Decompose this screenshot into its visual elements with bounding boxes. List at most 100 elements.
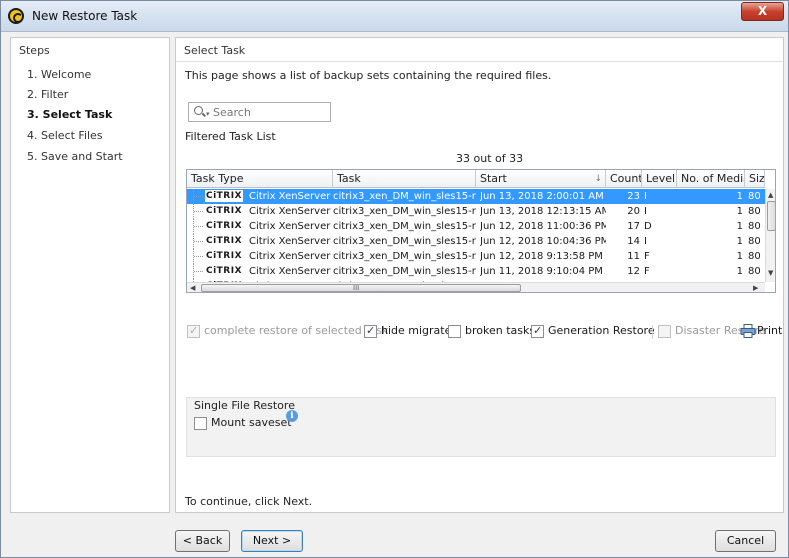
cell-count: 12 xyxy=(627,266,640,277)
table-row[interactable]: CiTRIX Citrix XenServercitrix3_xen_DM_win… xyxy=(187,189,765,204)
cell-start: Jun 11, 2018 9:10:04 PM xyxy=(480,266,603,277)
section-title: Select Task xyxy=(184,44,246,57)
step-filter: 2. Filter xyxy=(27,88,69,101)
scroll-left-icon[interactable]: ◀ xyxy=(190,283,195,292)
generation-restore-label[interactable]: Generation Restore xyxy=(548,324,655,338)
column-header-start[interactable]: Start ↓ xyxy=(476,170,606,188)
column-header-start-label: Start xyxy=(480,172,507,185)
print-label[interactable]: Print xyxy=(757,324,782,338)
filtered-task-list-label: Filtered Task List xyxy=(185,130,276,143)
tree-branch xyxy=(194,196,203,197)
steps-panel: Steps 1. Welcome 2. Filter 3. Select Tas… xyxy=(10,37,170,513)
table-row[interactable]: CiTRIX Citrix XenServercitrix3_xen_DM_win… xyxy=(187,264,765,279)
cell-count: 14 xyxy=(627,236,640,247)
search-input[interactable] xyxy=(213,105,325,119)
single-file-restore-panel: Single File Restore Mount saveset i xyxy=(186,397,776,457)
cell-type: Citrix XenServer xyxy=(249,251,331,262)
cell-type: Citrix XenServer xyxy=(249,266,331,277)
cell-level: F xyxy=(644,266,650,277)
table-row[interactable]: CiTRIX Citrix XenServercitrix3_xen_DM_win… xyxy=(187,204,765,219)
cell-count: 20 xyxy=(627,206,640,217)
cell-task: citrix3_xen_DM_win_sles15-rkl xyxy=(333,221,476,232)
cell-size: 80 xyxy=(748,266,761,277)
horizontal-scroll-thumb[interactable]: III xyxy=(201,284,521,292)
column-header-size[interactable]: Siz xyxy=(745,170,765,188)
cancel-button[interactable]: Cancel xyxy=(715,530,776,552)
step-save-and-start: 5. Save and Start xyxy=(27,150,123,163)
step-select-task: 3. Select Task xyxy=(27,108,113,121)
cell-media: 1 xyxy=(736,236,743,247)
citrix-logo-icon: CiTRIX xyxy=(205,236,243,246)
cell-start: Jun 12, 2018 9:13:58 PM xyxy=(480,251,603,262)
hide-migrated-checkbox[interactable] xyxy=(364,324,377,338)
column-header-no-of-media[interactable]: No. of Media xyxy=(677,170,745,188)
cell-task: citrix3_xen_DM_win_sles15-rkl xyxy=(333,206,476,217)
broken-tasks-label[interactable]: broken tasks xyxy=(465,324,535,338)
broken-tasks-checkbox[interactable] xyxy=(448,325,461,338)
restore-task-dialog: New Restore Task X Steps 1. Welcome 2. F… xyxy=(0,0,789,558)
app-logo-icon xyxy=(8,8,24,24)
main-panel: Select Task This page shows a list of ba… xyxy=(175,37,784,513)
search-box[interactable]: ▾ xyxy=(188,102,331,122)
table-row[interactable]: CiTRIX Citrix XenServercitrix3_xen_DM_win… xyxy=(187,219,765,234)
column-header-task-type[interactable]: Task Type xyxy=(187,170,333,188)
cell-media: 1 xyxy=(736,221,743,232)
column-header-count[interactable]: Count xyxy=(606,170,642,188)
next-button[interactable]: Next > xyxy=(241,530,303,552)
page-description: This page shows a list of backup sets co… xyxy=(185,69,552,82)
table-row[interactable]: CiTRIX Citrix XenServercitrix3_xen_DM_win… xyxy=(187,249,765,264)
single-file-restore-title: Single File Restore xyxy=(194,399,295,412)
printer-icon xyxy=(740,324,756,338)
table-body: CiTRIX Citrix XenServer citrix3_xen_DM_win… xyxy=(187,189,765,282)
sort-descending-icon: ↓ xyxy=(594,174,602,184)
tree-branch xyxy=(194,211,203,212)
options-divider xyxy=(652,325,653,339)
generation-restore-checkbox[interactable] xyxy=(531,324,544,338)
search-icon xyxy=(194,106,203,115)
citrix-logo-icon: CiTRIX xyxy=(205,206,243,216)
complete-restore-checkbox xyxy=(187,324,200,338)
hide-migrated-label[interactable]: hide migrated xyxy=(381,324,458,338)
cell-media: 1 xyxy=(736,191,743,202)
cell-task: citrix3_xen_DM_win_sles15-rkl xyxy=(333,236,476,247)
column-header-level[interactable]: Level xyxy=(642,170,677,188)
task-options-row: complete restore of selected task hide m… xyxy=(187,324,783,340)
chevron-down-icon[interactable]: ▾ xyxy=(206,110,210,118)
citrix-logo-icon: CiTRIX xyxy=(205,251,243,261)
scroll-grip: III xyxy=(353,284,360,292)
scroll-down-icon[interactable]: ▼ xyxy=(768,269,773,277)
scroll-up-icon[interactable]: ▲ xyxy=(768,191,773,199)
section-divider xyxy=(176,61,783,62)
cell-level: I xyxy=(644,191,647,202)
cell-level: F xyxy=(644,251,650,262)
scroll-right-icon[interactable]: ▶ xyxy=(753,283,758,292)
citrix-logo-icon: CiTRIX xyxy=(205,266,243,276)
cell-level: I xyxy=(644,206,647,217)
steps-title: Steps xyxy=(19,44,50,57)
cell-start: Jun 12, 2018 11:00:36 PM xyxy=(480,221,606,232)
vertical-scroll-thumb[interactable] xyxy=(767,201,775,231)
cell-start: Jun 13, 2018 12:13:15 AM xyxy=(480,206,606,217)
cell-level: I xyxy=(644,236,647,247)
vertical-scrollbar[interactable]: ▲ ▼ xyxy=(765,189,775,282)
task-table[interactable]: Task Type Task Start ↓ Count Level No. o… xyxy=(186,169,776,293)
disaster-restore-checkbox xyxy=(658,325,671,338)
citrix-logo-icon: CiTRIX xyxy=(205,221,243,231)
table-header: Task Type Task Start ↓ Count Level No. o… xyxy=(187,170,765,188)
cell-start: Jun 12, 2018 10:04:36 PM xyxy=(480,236,606,247)
mount-saveset-checkbox[interactable] xyxy=(194,417,207,430)
column-header-task[interactable]: Task xyxy=(333,170,476,188)
step-welcome: 1. Welcome xyxy=(27,68,92,81)
table-row[interactable]: CiTRIX Citrix XenServercitrix3_xen_DM_win… xyxy=(187,234,765,249)
complete-restore-label: complete restore of selected task xyxy=(204,324,389,337)
cell-media: 1 xyxy=(736,251,743,262)
back-button[interactable]: < Back xyxy=(175,530,230,552)
cell-size: 80 xyxy=(748,221,761,232)
close-button[interactable]: X xyxy=(741,2,784,21)
title-bar[interactable]: New Restore Task X xyxy=(1,1,788,32)
cell-count: 11 xyxy=(627,251,640,262)
cell-size: 80 xyxy=(748,236,761,247)
horizontal-scrollbar[interactable]: ◀ III ▶ xyxy=(187,282,765,292)
info-icon[interactable]: i xyxy=(286,410,298,422)
mount-saveset-label[interactable]: Mount saveset xyxy=(211,416,292,430)
